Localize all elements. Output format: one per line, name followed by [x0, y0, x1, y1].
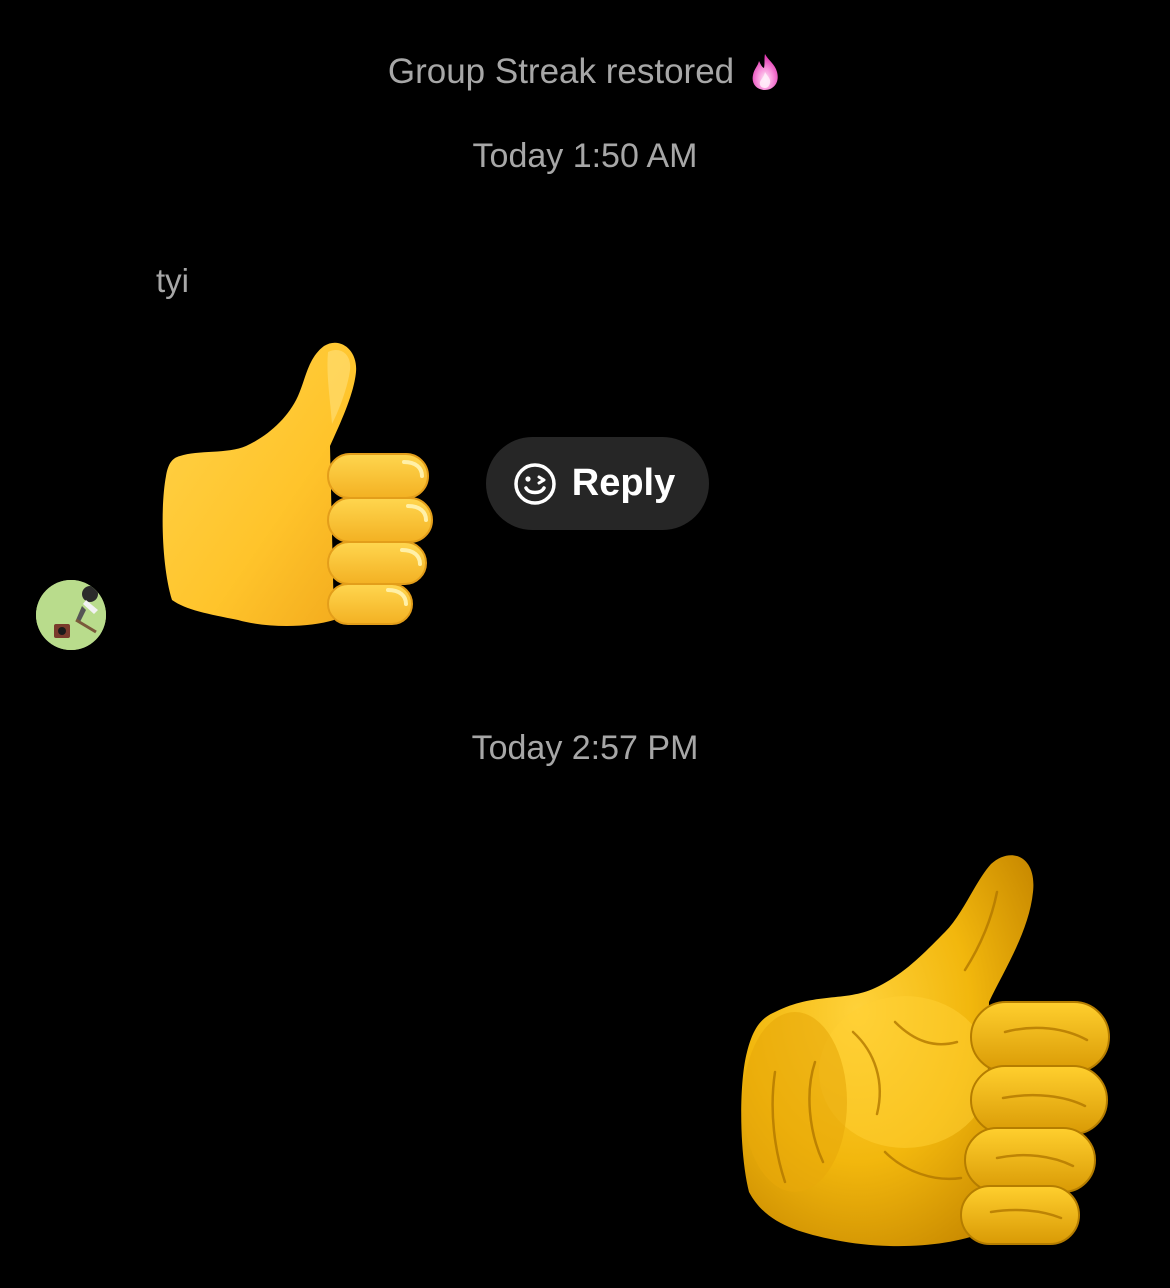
smiley-face-icon — [514, 462, 556, 505]
thumbs-up-emoji[interactable] — [158, 338, 438, 630]
group-streak-notice: Group Streak restored — [0, 52, 1170, 92]
avatar[interactable] — [36, 580, 106, 650]
chat-thread: Group Streak restored Today 1:50 AM tyi — [0, 0, 1170, 1288]
fire-icon — [752, 54, 778, 90]
avatar-image — [36, 580, 106, 650]
timestamp: Today 2:57 PM — [471, 729, 699, 767]
reply-button[interactable]: Reply — [486, 437, 709, 530]
reply-label: Reply — [571, 462, 676, 504]
thumbs-up-sticker[interactable] — [735, 852, 1115, 1252]
timestamp: Today 1:50 AM — [472, 137, 698, 175]
group-streak-text: Group Streak restored — [387, 52, 735, 91]
sender-name: tyi — [156, 262, 189, 299]
